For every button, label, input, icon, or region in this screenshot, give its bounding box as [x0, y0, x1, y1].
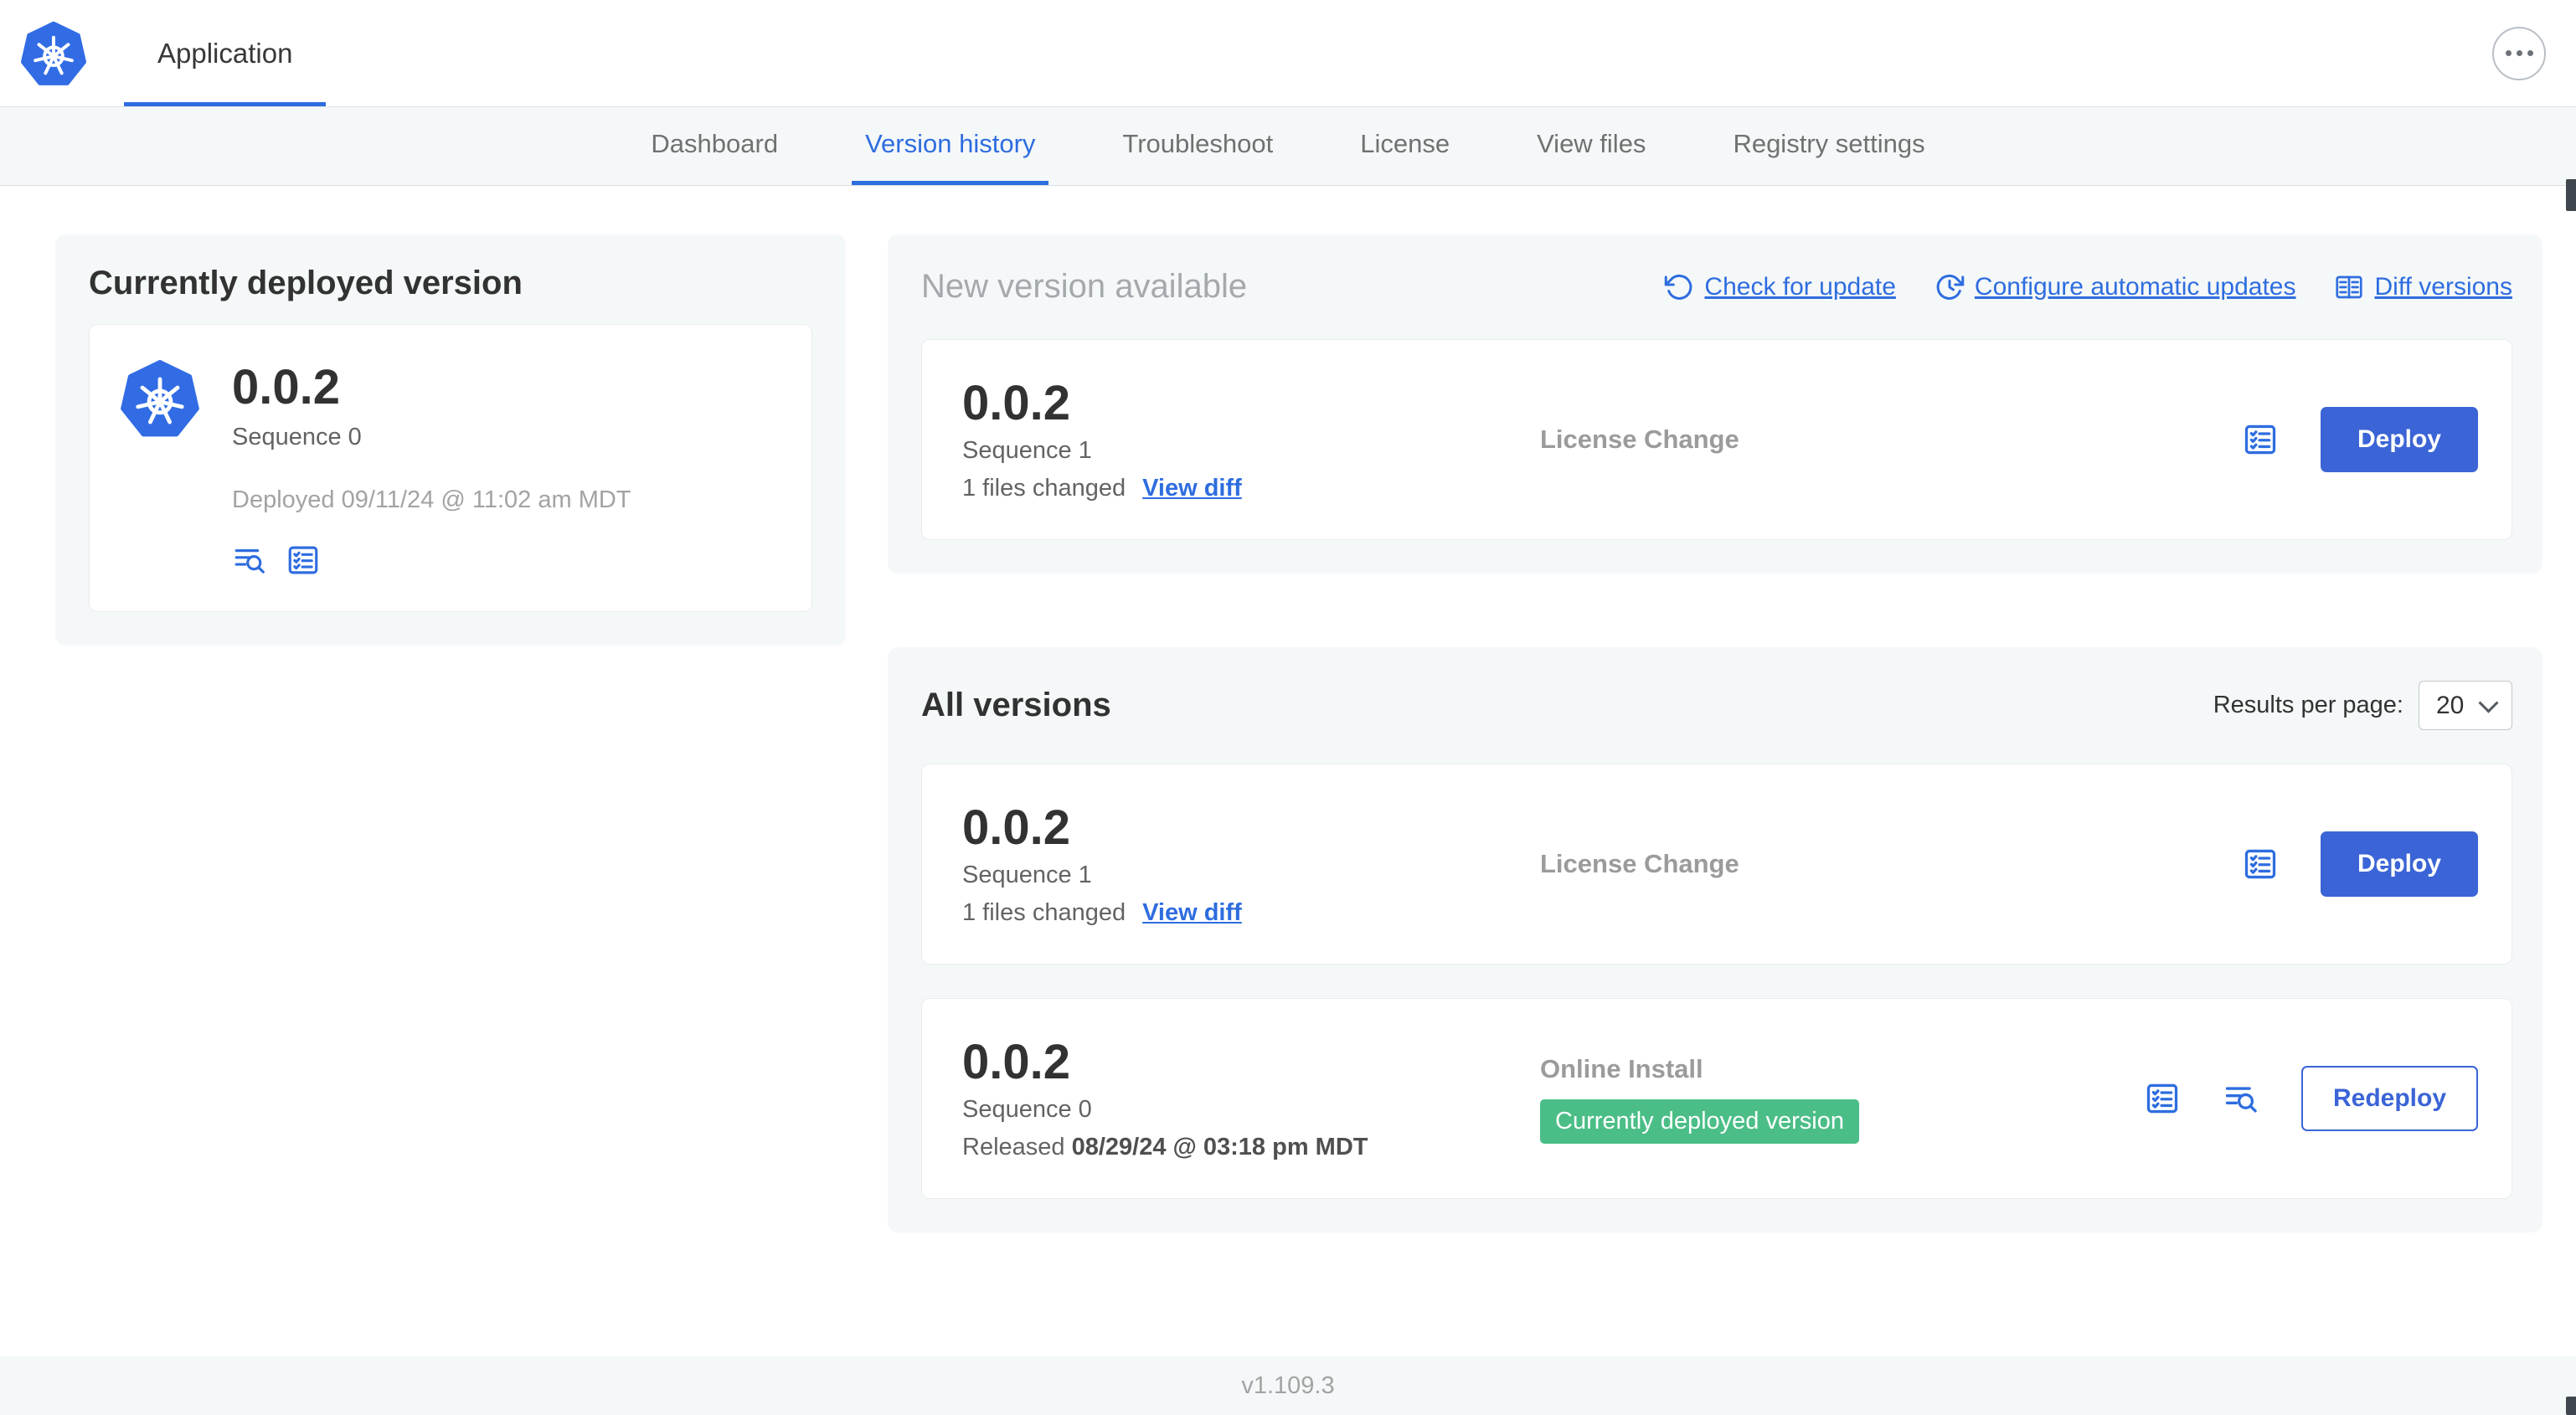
files-changed-row: 1 files changed View diff	[962, 475, 1540, 502]
app-subnav: Dashboard Version history Troubleshoot L…	[0, 107, 2576, 186]
version-info: 0.0.2 Sequence 1 1 files changed View di…	[962, 377, 1540, 502]
currently-deployed-badge: Currently deployed version	[1540, 1099, 1859, 1144]
view-logs-button[interactable]	[2223, 1080, 2259, 1117]
more-options-button[interactable]	[2492, 26, 2546, 80]
scrollbar-artifact[interactable]	[2566, 1397, 2576, 1415]
current-version-sequence: Sequence 0	[232, 424, 362, 450]
view-logs-button[interactable]	[232, 543, 267, 578]
view-diff-link[interactable]: View diff	[1142, 899, 1242, 927]
version-released-timestamp: Released 08/29/24 @ 03:18 pm MDT	[962, 1134, 1540, 1161]
tab-application[interactable]: Application	[124, 0, 327, 106]
current-version-details: 0.0.2 Sequence 0 Deployed 09/11/24 @ 11:…	[232, 358, 631, 578]
version-row: 0.0.2 Sequence 1 1 files changed View di…	[921, 764, 2512, 965]
version-source: License Change	[1540, 424, 2242, 455]
tab-version-history[interactable]: Version history	[852, 107, 1049, 185]
redeploy-button[interactable]: Redeploy	[2300, 1066, 2478, 1131]
results-per-page-select-wrap: 20	[2419, 681, 2512, 730]
files-changed-label: 1 files changed	[962, 899, 1126, 926]
view-diff-link[interactable]: View diff	[1142, 475, 1242, 502]
scrollbar-artifact[interactable]	[2566, 179, 2576, 211]
tab-registry-settings[interactable]: Registry settings	[1719, 107, 1938, 185]
new-version-actions: Check for update Configure automatic upd…	[1664, 272, 2512, 302]
source-label: Online Install	[1540, 1053, 1703, 1083]
version-sequence: Sequence 1	[962, 437, 1092, 464]
files-changed-label: 1 files changed	[962, 475, 1126, 502]
tab-view-files[interactable]: View files	[1523, 107, 1659, 185]
diff-icon	[2336, 275, 2363, 298]
row-actions: Redeploy	[2144, 1066, 2478, 1131]
version-number: 0.0.2	[962, 1035, 1070, 1089]
checklist-icon	[288, 546, 318, 574]
checklist-icon	[2146, 1083, 2178, 1114]
source-label: License Change	[1540, 849, 1739, 878]
new-version-title: New version available	[921, 268, 1248, 305]
results-per-page: Results per page: 20	[2213, 681, 2512, 730]
source-label: License Change	[1540, 424, 1739, 454]
kubernetes-logo-icon	[20, 20, 87, 87]
row-actions: Deploy	[2242, 831, 2478, 897]
version-info: 0.0.2 Sequence 1 1 files changed View di…	[962, 801, 1540, 927]
all-versions-header: All versions Results per page: 20	[921, 681, 2512, 730]
version-source: License Change	[1540, 849, 2242, 879]
deploy-button[interactable]: Deploy	[2320, 407, 2478, 472]
current-version-number: 0.0.2	[232, 360, 340, 414]
currently-deployed-version-card: 0.0.2 Sequence 0 Deployed 09/11/24 @ 11:…	[89, 324, 812, 612]
version-sequence: Sequence 1	[962, 862, 1092, 888]
all-versions-title: All versions	[921, 687, 1111, 723]
tab-license[interactable]: License	[1347, 107, 1463, 185]
lines-magnifier-icon	[234, 549, 265, 574]
tab-dashboard[interactable]: Dashboard	[637, 107, 791, 185]
auto-update-clock-icon	[1936, 274, 1965, 300]
files-changed-row: 1 files changed View diff	[962, 899, 1540, 927]
kubernetes-logo-icon	[120, 358, 200, 439]
version-sequence: Sequence 0	[962, 1096, 1092, 1123]
currently-deployed-title: Currently deployed version	[89, 265, 523, 301]
version-number: 0.0.2	[962, 800, 1070, 855]
results-per-page-select[interactable]: 20	[2419, 681, 2512, 730]
deploy-button[interactable]: Deploy	[2320, 831, 2478, 897]
results-per-page-label: Results per page:	[2213, 692, 2403, 718]
lines-magnifier-icon	[2225, 1087, 2257, 1113]
currently-deployed-card: Currently deployed version 0.0.2 Sequenc…	[55, 234, 846, 646]
tab-troubleshoot[interactable]: Troubleshoot	[1109, 107, 1286, 185]
preflight-checks-button[interactable]	[2242, 421, 2279, 458]
version-number: 0.0.2	[962, 376, 1070, 430]
preflight-checks-button[interactable]	[286, 543, 321, 578]
ellipsis-icon	[2505, 50, 2512, 56]
admin-console-version: v1.109.3	[1241, 1371, 1335, 1399]
checklist-icon	[2244, 424, 2276, 455]
checklist-icon	[2244, 849, 2276, 879]
app-tab-label: Application	[157, 37, 293, 69]
version-source: Online Install Currently deployed versio…	[1540, 1054, 2144, 1144]
diff-versions-link[interactable]: Diff versions	[2334, 272, 2512, 302]
row-actions: Deploy	[2242, 407, 2478, 472]
preflight-checks-button[interactable]	[2144, 1080, 2181, 1117]
top-header: Application	[0, 0, 2576, 107]
page-footer: v1.109.3	[0, 1356, 2576, 1415]
new-version-card: New version available Check for update C…	[888, 234, 2543, 574]
all-versions-card: All versions Results per page: 20 0.0.2 …	[888, 647, 2543, 1232]
version-info: 0.0.2 Sequence 0 Released 08/29/24 @ 03:…	[962, 1036, 1540, 1161]
version-row: 0.0.2 Sequence 0 Released 08/29/24 @ 03:…	[921, 998, 2512, 1199]
new-version-header: New version available Check for update C…	[921, 268, 2512, 306]
current-version-actions	[232, 543, 631, 578]
preflight-checks-button[interactable]	[2242, 846, 2279, 882]
new-version-row: 0.0.2 Sequence 1 1 files changed View di…	[921, 339, 2512, 540]
released-date: 08/29/24 @ 03:18 pm MDT	[1071, 1134, 1368, 1160]
check-for-update-link[interactable]: Check for update	[1664, 272, 1896, 302]
configure-automatic-updates-link[interactable]: Configure automatic updates	[1935, 272, 2295, 302]
main-content: Currently deployed version 0.0.2 Sequenc…	[0, 186, 2576, 1356]
current-version-deployed-timestamp: Deployed 09/11/24 @ 11:02 am MDT	[232, 486, 631, 513]
right-column: New version available Check for update C…	[888, 234, 2543, 1232]
refresh-icon	[1665, 274, 1692, 300]
released-prefix: Released	[962, 1134, 1065, 1160]
